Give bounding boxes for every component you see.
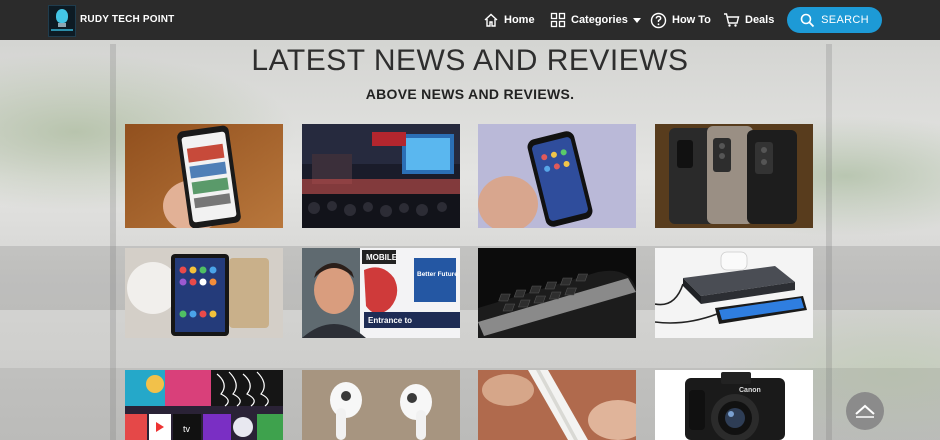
article-card-mobile-expo-man[interactable]: MOBILE Better Future Entrance to	[302, 248, 460, 338]
page-subtitle: ABOVE NEWS AND REVIEWS.	[365, 86, 575, 102]
article-image	[478, 248, 636, 338]
article-image: MOBILE Better Future Entrance to	[302, 248, 460, 338]
article-card-earbuds[interactable]	[302, 370, 460, 440]
lightbulb-icon	[56, 9, 68, 23]
article-card-phone-news[interactable]	[125, 124, 283, 228]
article-image-text: MOBILE	[366, 253, 398, 262]
article-image	[655, 124, 813, 228]
article-card-huawei-expo[interactable]	[302, 124, 460, 228]
nav-deals[interactable]: Deals	[723, 11, 774, 29]
top-navbar: RUDY TECH POINT Home Categories How To D…	[0, 0, 940, 40]
page-title: LATEST NEWS AND REVIEWS	[251, 44, 689, 77]
article-image	[655, 248, 813, 338]
article-card-phones-cameras[interactable]	[655, 124, 813, 228]
question-icon	[650, 12, 667, 28]
nav-home[interactable]: Home	[483, 11, 535, 29]
article-card-smart-tv[interactable]: tv	[125, 370, 283, 440]
grid-icon	[550, 12, 566, 28]
nav-categories[interactable]: Categories	[550, 11, 641, 29]
search-icon	[800, 13, 815, 27]
article-image-text: Entrance to	[368, 316, 412, 325]
article-card-keyboard-phone[interactable]	[478, 248, 636, 338]
article-image	[125, 248, 283, 338]
article-card-camera[interactable]: Canon	[655, 370, 813, 440]
nav-categories-label: Categories	[571, 14, 628, 26]
scroll-to-top-button[interactable]	[846, 392, 884, 430]
article-image	[478, 124, 636, 228]
article-card-stylus[interactable]	[478, 370, 636, 440]
cart-icon	[724, 13, 740, 27]
article-card-charging-dock[interactable]	[655, 248, 813, 338]
article-card-foldable-tablet[interactable]	[125, 248, 283, 338]
article-image	[302, 370, 460, 440]
background-frame	[110, 44, 116, 440]
article-image-text: tv	[183, 424, 191, 434]
nav-how-to-label: How To	[672, 14, 711, 26]
article-image	[478, 370, 636, 440]
article-image	[302, 124, 460, 228]
article-image	[125, 124, 283, 228]
brand-name[interactable]: RUDY TECH POINT	[80, 14, 175, 25]
article-image: tv	[125, 370, 283, 440]
nav-deals-label: Deals	[745, 14, 775, 26]
search-button-label: SEARCH	[821, 14, 869, 26]
article-image: Canon	[655, 370, 813, 440]
article-image-text: Canon	[739, 387, 761, 394]
home-icon	[484, 13, 498, 27]
article-card-foldable-phone[interactable]	[478, 124, 636, 228]
background-frame	[826, 44, 832, 440]
site-logo[interactable]	[48, 5, 76, 37]
search-button[interactable]: SEARCH	[787, 7, 882, 33]
nav-how-to[interactable]: How To	[650, 11, 711, 29]
article-image-text: Better Future	[417, 271, 458, 278]
nav-home-label: Home	[504, 14, 535, 26]
caret-down-icon	[632, 17, 641, 23]
chevron-up-icon	[855, 404, 875, 418]
